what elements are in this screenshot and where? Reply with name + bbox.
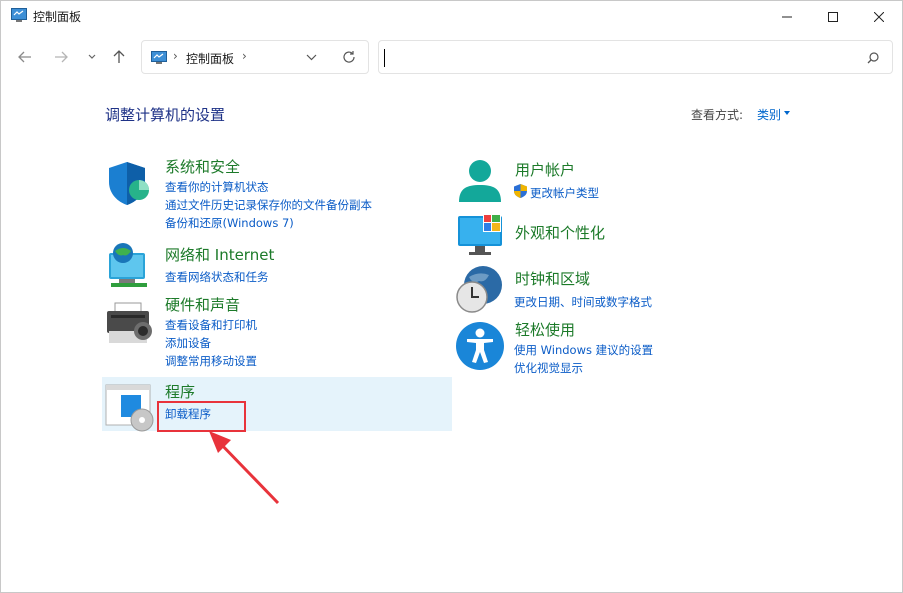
page-heading: 调整计算机的设置 [105, 106, 226, 124]
link-optimize-visual-display[interactable]: 优化视觉显示 [514, 360, 583, 376]
chevron-right-icon[interactable]: › [242, 49, 247, 63]
category-title-user-accounts[interactable]: 用户帐户 [515, 159, 575, 180]
network-globe-icon[interactable] [105, 241, 155, 291]
link-file-history[interactable]: 通过文件历史记录保存你的文件备份副本 [165, 197, 372, 213]
back-button[interactable] [13, 45, 37, 69]
shield-icon[interactable] [105, 158, 155, 208]
search-input[interactable] [378, 40, 893, 74]
view-by-dropdown[interactable]: 类别 [757, 106, 781, 123]
annotation-arrow-icon [209, 431, 280, 505]
control-panel-icon [151, 51, 167, 64]
control-panel-window: 控制面板 › 控制面板 › 调整计算机的设置 查看方式: 类别 系统和安全 查看… [0, 0, 903, 593]
minimize-button[interactable] [764, 1, 810, 33]
programs-icon[interactable] [105, 383, 155, 433]
link-mobility-settings[interactable]: 调整常用移动设置 [165, 353, 257, 369]
link-change-date-time-format[interactable]: 更改日期、时间或数字格式 [514, 294, 652, 310]
maximize-button[interactable] [810, 1, 856, 33]
chevron-right-icon: › [173, 49, 178, 63]
arrow-right-icon [55, 51, 68, 63]
view-by-label: 查看方式: [691, 108, 744, 122]
clock-globe-icon[interactable] [455, 265, 505, 315]
address-dropdown-icon[interactable] [306, 54, 317, 61]
link-add-device[interactable]: 添加设备 [165, 335, 211, 351]
window-title: 控制面板 [33, 10, 82, 24]
close-icon [874, 12, 884, 22]
arrow-up-icon [113, 50, 125, 63]
close-button[interactable] [856, 1, 902, 33]
link-devices-printers[interactable]: 查看设备和打印机 [165, 317, 257, 333]
address-bar[interactable]: › 控制面板 › [141, 40, 369, 74]
user-icon[interactable] [457, 158, 507, 208]
printer-icon[interactable] [105, 301, 155, 351]
category-title-network-internet[interactable]: 网络和 Internet [165, 244, 274, 265]
recent-locations-button[interactable] [80, 45, 104, 69]
category-title-ease-of-access[interactable]: 轻松使用 [515, 319, 575, 340]
dropdown-arrow-icon[interactable] [784, 111, 790, 115]
category-title-programs[interactable]: 程序 [165, 381, 195, 402]
navigation-bar: › 控制面板 › [1, 39, 902, 75]
arrow-left-icon [18, 51, 31, 63]
address-path[interactable]: 控制面板 [186, 50, 234, 67]
link-view-computer-status[interactable]: 查看你的计算机状态 [165, 179, 269, 195]
minimize-icon [782, 16, 792, 18]
link-network-status[interactable]: 查看网络状态和任务 [165, 269, 269, 285]
up-button[interactable] [107, 45, 131, 69]
link-change-account-type[interactable]: 更改帐户类型 [530, 185, 599, 201]
refresh-icon[interactable] [342, 50, 356, 64]
maximize-icon [828, 12, 838, 22]
chevron-down-icon [88, 54, 96, 59]
link-windows-recommended-settings[interactable]: 使用 Windows 建议的设置 [514, 342, 653, 358]
accessibility-icon[interactable] [455, 321, 505, 371]
uac-shield-icon [514, 184, 527, 198]
search-icon[interactable] [867, 52, 879, 64]
category-title-clock-region[interactable]: 时钟和区域 [515, 268, 590, 289]
monitor-personalize-icon[interactable] [457, 214, 507, 264]
category-title-system-security[interactable]: 系统和安全 [165, 156, 240, 177]
text-caret [384, 49, 385, 67]
title-bar: 控制面板 [1, 1, 902, 33]
category-title-hardware-sound[interactable]: 硬件和声音 [165, 294, 240, 315]
link-backup-restore[interactable]: 备份和还原(Windows 7) [165, 215, 294, 231]
forward-button[interactable] [49, 45, 73, 69]
control-panel-icon [11, 8, 27, 22]
category-title-appearance[interactable]: 外观和个性化 [515, 222, 605, 243]
